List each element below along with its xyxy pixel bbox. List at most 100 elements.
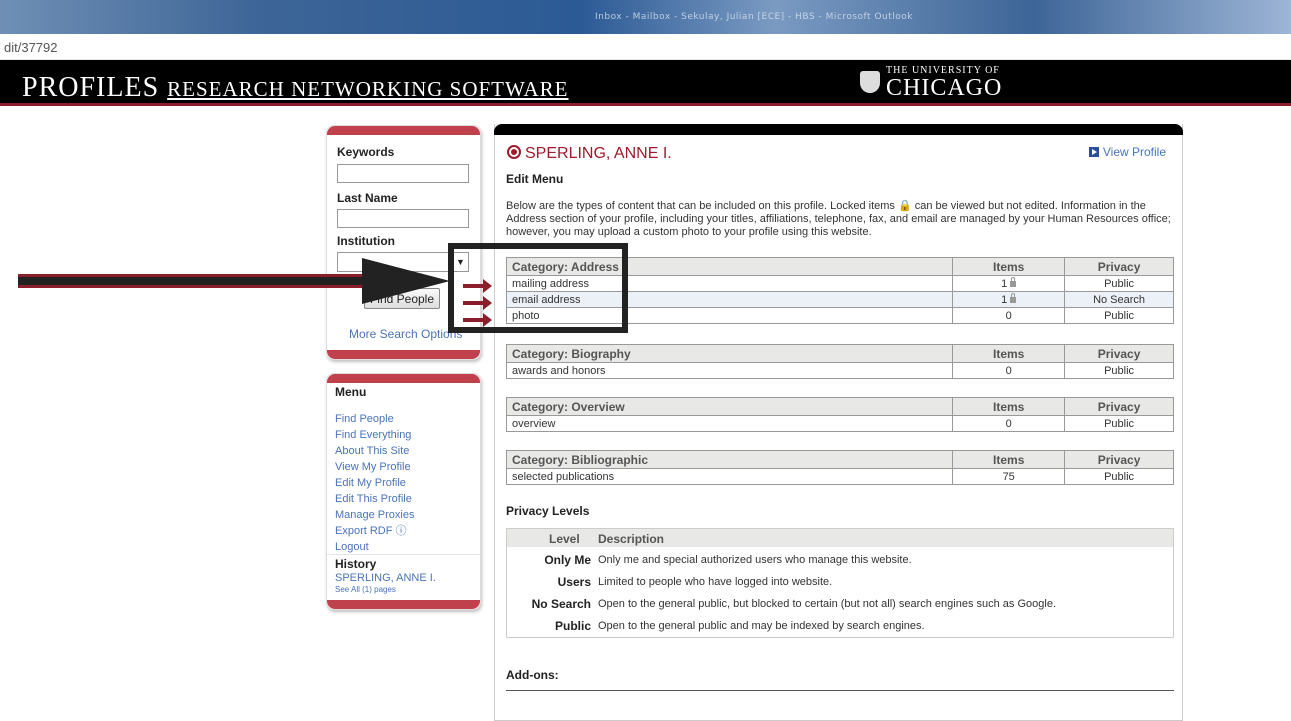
record-icon bbox=[507, 145, 521, 159]
row-privacy[interactable]: Public bbox=[1064, 362, 1174, 379]
history-title: History bbox=[335, 557, 377, 571]
privacy-row: No Search Open to the general public, bu… bbox=[507, 594, 1173, 614]
lastname-label: Last Name bbox=[337, 191, 398, 205]
table-header: Category: Bibliographic Items Privacy bbox=[505, 450, 1174, 469]
row-privacy[interactable]: Public bbox=[1064, 468, 1174, 485]
row-items: 0 bbox=[952, 307, 1066, 324]
row-privacy[interactable]: Public bbox=[1064, 307, 1174, 324]
more-search-options-link[interactable]: More Search Options bbox=[349, 327, 462, 341]
table-row[interactable]: awards and honors 0 Public bbox=[505, 362, 1174, 379]
panel-cap bbox=[327, 350, 480, 359]
shield-icon bbox=[860, 71, 880, 93]
row-privacy[interactable]: Public bbox=[1064, 275, 1174, 292]
row-name[interactable]: awards and honors bbox=[505, 362, 954, 379]
menu-item-manage-proxies[interactable]: Manage Proxies bbox=[335, 507, 415, 523]
divider bbox=[327, 554, 480, 555]
category-table-biography: Category: Biography Items Privacy awards… bbox=[505, 344, 1174, 379]
table-header: Category: Biography Items Privacy bbox=[505, 344, 1174, 363]
panel-cap bbox=[327, 600, 480, 609]
table-row[interactable]: overview 0 Public bbox=[505, 415, 1174, 432]
window-title: Inbox - Mailbox - Sekulay, Julian [ECE] … bbox=[595, 12, 913, 22]
privacy-description: Only me and special authorized users who… bbox=[598, 554, 912, 566]
table-row[interactable]: selected publications 75 Public bbox=[505, 468, 1174, 485]
history-item[interactable]: SPERLING, ANNE I. bbox=[335, 572, 436, 584]
items-header: Items bbox=[952, 450, 1066, 469]
profile-name-text: SPERLING, ANNE I. bbox=[525, 145, 672, 162]
privacy-header: Privacy bbox=[1064, 397, 1174, 416]
row-name[interactable]: overview bbox=[505, 415, 954, 432]
table-header: Category: Overview Items Privacy bbox=[505, 397, 1174, 416]
row-name[interactable]: selected publications bbox=[505, 468, 954, 485]
privacy-header: Privacy bbox=[1064, 257, 1174, 276]
annotation-mini-arrow bbox=[463, 279, 492, 293]
site-header: PROFILES RESEARCH NETWORKING SOFTWARE THE… bbox=[0, 60, 1291, 106]
privacy-levels-title: Privacy Levels bbox=[506, 504, 590, 518]
annotation-mini-arrow bbox=[463, 296, 492, 310]
divider bbox=[506, 690, 1174, 691]
view-profile-link[interactable]: View Profile bbox=[1088, 145, 1166, 159]
keywords-label: Keywords bbox=[337, 145, 395, 159]
panel-cap bbox=[327, 126, 480, 135]
lock-icon bbox=[1010, 276, 1017, 287]
items-header: Items bbox=[952, 397, 1066, 416]
privacy-header: Privacy bbox=[1064, 344, 1174, 363]
menu-panel: Menu Find People Find Everything About T… bbox=[326, 373, 481, 610]
lastname-input[interactable] bbox=[337, 209, 469, 228]
row-items: 0 bbox=[952, 362, 1066, 379]
menu-title: Menu bbox=[335, 385, 367, 399]
menu-item-about-this-site[interactable]: About This Site bbox=[335, 443, 415, 459]
menu-item-find-everything[interactable]: Find Everything bbox=[335, 427, 415, 443]
items-header: Items bbox=[952, 257, 1066, 276]
items-count: 1 bbox=[1001, 277, 1008, 290]
panel-cap bbox=[327, 374, 480, 383]
privacy-description: Limited to people who have logged into w… bbox=[598, 576, 833, 588]
brand-big: PROFILES bbox=[22, 72, 160, 103]
privacy-level: Only Me bbox=[544, 553, 591, 567]
row-items: 1 bbox=[952, 291, 1066, 308]
menu-item-edit-this-profile[interactable]: Edit This Profile bbox=[335, 491, 415, 507]
url-text[interactable]: dit/37792 bbox=[4, 40, 58, 55]
row-items: 0 bbox=[952, 415, 1066, 432]
play-icon bbox=[1088, 147, 1099, 157]
category-title: Category: Overview bbox=[505, 397, 954, 416]
row-items: 75 bbox=[952, 468, 1066, 485]
privacy-description: Open to the general public and may be in… bbox=[598, 620, 925, 632]
privacy-row: Only Me Only me and special authorized u… bbox=[507, 550, 1173, 570]
view-profile-label: View Profile bbox=[1102, 145, 1166, 159]
main-content: SPERLING, ANNE I. View Profile Edit Menu… bbox=[494, 124, 1183, 721]
category-title: Category: Biography bbox=[505, 344, 954, 363]
category-title: Category: Bibliographic bbox=[505, 450, 954, 469]
addons-title: Add-ons: bbox=[506, 668, 559, 682]
intro-text: Below are the types of content that can … bbox=[506, 200, 1171, 238]
description-header: Description bbox=[598, 532, 665, 546]
privacy-level: Users bbox=[557, 575, 591, 589]
annotation-arrow-shaft bbox=[18, 274, 398, 288]
category-table-overview: Category: Overview Items Privacy overvie… bbox=[505, 397, 1174, 432]
history-see-all-link[interactable]: See All (1) pages bbox=[335, 585, 396, 594]
menu-item-export-rdf[interactable]: Export RDF ⓘ bbox=[335, 523, 415, 539]
privacy-levels-table: Level Description Only Me Only me and sp… bbox=[506, 528, 1174, 638]
menu-item-find-people[interactable]: Find People bbox=[335, 411, 415, 427]
row-privacy[interactable]: No Search bbox=[1064, 291, 1174, 308]
address-bar[interactable]: dit/37792 bbox=[0, 34, 1291, 60]
os-titlebar: Inbox - Mailbox - Sekulay, Julian [ECE] … bbox=[0, 0, 1291, 34]
privacy-row: Public Open to the general public and ma… bbox=[507, 616, 1173, 636]
items-header: Items bbox=[952, 344, 1066, 363]
level-header: Level bbox=[549, 532, 580, 546]
profile-name: SPERLING, ANNE I. bbox=[507, 145, 672, 163]
profiles-logo[interactable]: PROFILES RESEARCH NETWORKING SOFTWARE bbox=[22, 72, 569, 104]
menu-item-logout[interactable]: Logout bbox=[335, 539, 415, 555]
row-privacy[interactable]: Public bbox=[1064, 415, 1174, 432]
keywords-input[interactable] bbox=[337, 164, 469, 183]
logo-line2: CHICAGO bbox=[886, 75, 1003, 101]
menu-item-edit-my-profile[interactable]: Edit My Profile bbox=[335, 475, 415, 491]
edit-menu-heading: Edit Menu bbox=[506, 172, 564, 186]
main-topbar bbox=[494, 124, 1183, 135]
category-table-bibliographic: Category: Bibliographic Items Privacy se… bbox=[505, 450, 1174, 485]
lock-icon bbox=[1010, 292, 1017, 303]
annotation-arrow-head bbox=[362, 258, 450, 304]
menu-item-view-my-profile[interactable]: View My Profile bbox=[335, 459, 415, 475]
items-count: 1 bbox=[1001, 293, 1008, 306]
privacy-description: Open to the general public, but blocked … bbox=[598, 598, 1057, 610]
privacy-row: Users Limited to people who have logged … bbox=[507, 572, 1173, 592]
